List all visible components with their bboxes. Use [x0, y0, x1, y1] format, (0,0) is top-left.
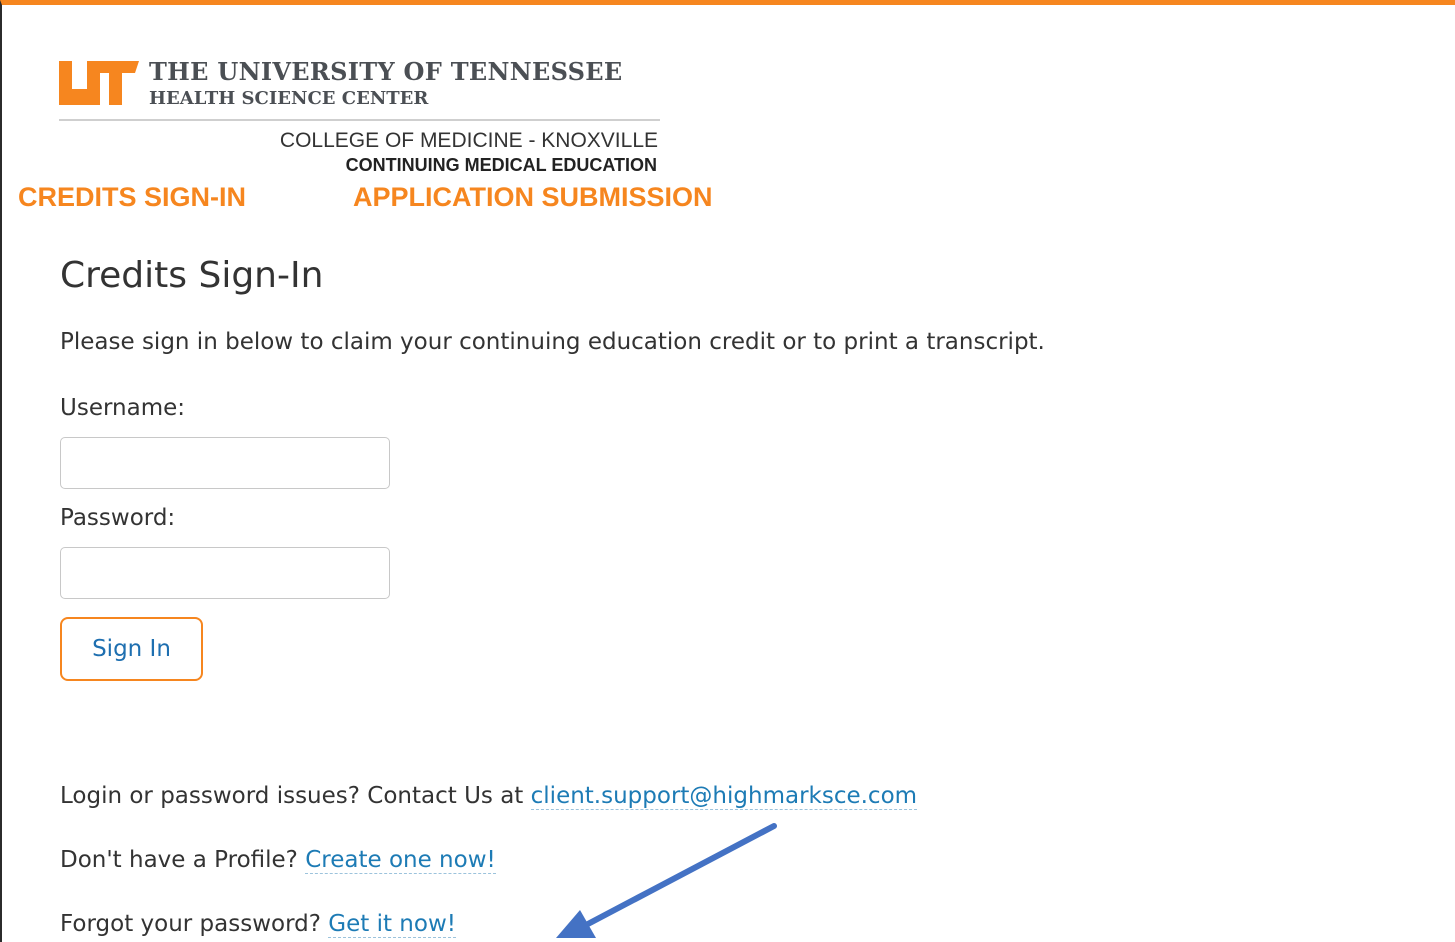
sign-in-button[interactable]: Sign In: [60, 617, 203, 681]
profile-text: Don't have a Profile?: [60, 847, 306, 873]
forgot-text: Forgot your password?: [60, 911, 329, 937]
support-email-link[interactable]: client.support@highmarksce.com: [530, 783, 918, 810]
profile-line: Don't have a Profile? Create one now!: [60, 847, 496, 874]
arrow-icon: [556, 823, 777, 938]
create-profile-link[interactable]: Create one now!: [305, 847, 496, 874]
page-title: Credits Sign-In: [60, 255, 324, 296]
nav-credits-sign-in[interactable]: CREDITS SIGN-IN: [18, 182, 246, 213]
password-input[interactable]: [60, 547, 390, 599]
username-label: Username:: [60, 395, 185, 421]
intro-text: Please sign in below to claim your conti…: [60, 329, 1045, 355]
username-input[interactable]: [60, 437, 390, 489]
college-name: COLLEGE OF MEDICINE - KNOXVILLE: [279, 129, 658, 152]
header-divider: [59, 119, 660, 121]
logo-title: THE UNIVERSITY OF TENNESSEE: [149, 57, 623, 86]
ut-logo-icon: [59, 61, 139, 105]
forgot-password-link[interactable]: Get it now!: [328, 911, 456, 938]
nav-application-submission[interactable]: APPLICATION SUBMISSION: [353, 182, 713, 213]
password-label: Password:: [60, 505, 176, 531]
page-frame: THE UNIVERSITY OF TENNESSEE HEALTH SCIEN…: [0, 0, 1455, 942]
logo-subtitle: HEALTH SCIENCE CENTER: [149, 88, 429, 109]
department-name: CONTINUING MEDICAL EDUCATION: [345, 155, 657, 175]
forgot-password-line: Forgot your password? Get it now!: [60, 911, 456, 938]
support-line: Login or password issues? Contact Us at …: [60, 783, 918, 810]
support-text: Login or password issues? Contact Us at: [60, 783, 531, 809]
